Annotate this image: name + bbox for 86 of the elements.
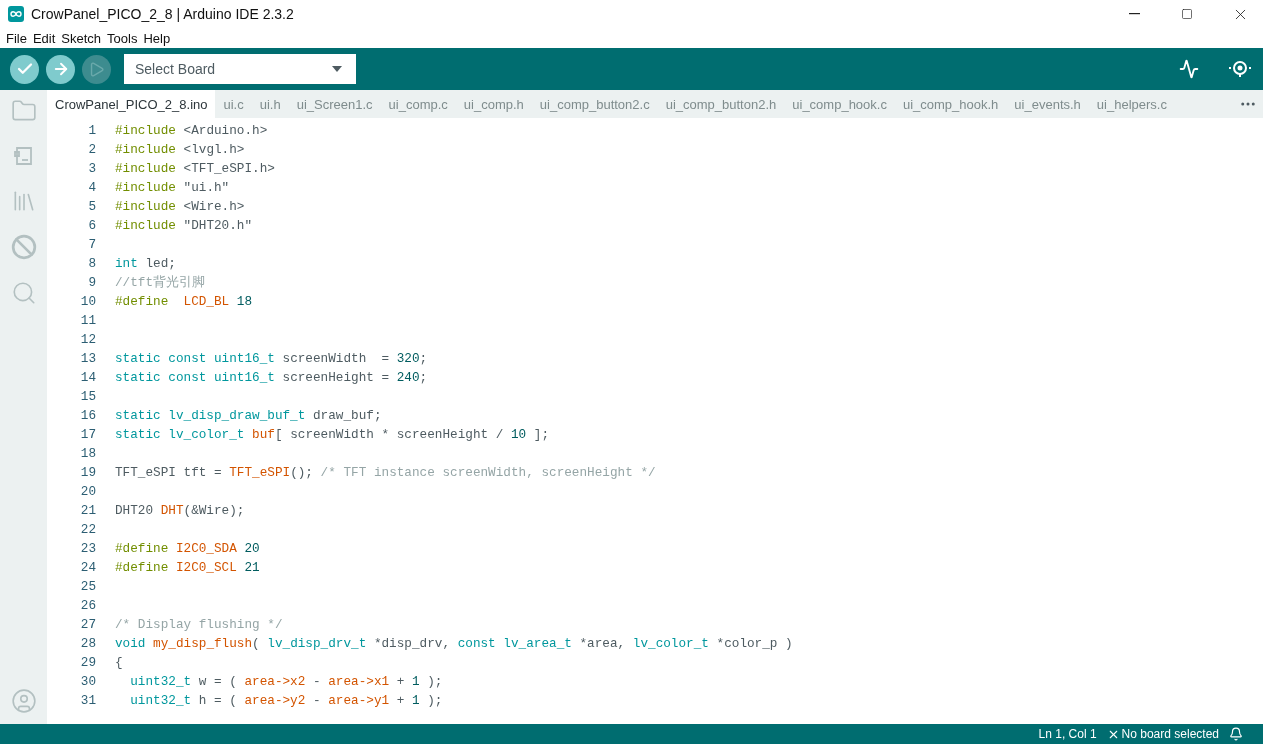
- file-tab[interactable]: ui_comp_button2.c: [531, 90, 658, 118]
- caret-icon: [332, 66, 342, 72]
- line-number: 7: [87, 236, 97, 254]
- file-tab[interactable]: ui_comp_hook.c: [784, 90, 895, 118]
- code-line: //tft背光引脚: [115, 275, 206, 290]
- line-number: 27: [79, 616, 97, 634]
- line-number: 31: [79, 692, 97, 710]
- menu-item[interactable]: Sketch: [59, 30, 106, 46]
- line-number: 10: [79, 293, 97, 311]
- line-number: 9: [87, 274, 97, 292]
- code-line: #define LCD_BL 18: [115, 294, 253, 309]
- code-line: {: [115, 655, 123, 670]
- app-logo-icon: [8, 6, 24, 22]
- line-number: 3: [87, 160, 97, 178]
- no-entry-icon[interactable]: [10, 234, 37, 260]
- code-line: #define I2C0_SCL 21: [115, 560, 260, 575]
- serial-monitor-icon[interactable]: [1227, 59, 1253, 79]
- line-number: 30: [79, 673, 97, 691]
- line-number: 19: [79, 464, 97, 482]
- file-tab[interactable]: ui_Screen1.c: [288, 90, 381, 118]
- line-number: 26: [79, 597, 97, 615]
- line-number: 25: [79, 578, 97, 596]
- line-number: 28: [79, 635, 97, 653]
- code-line: void my_disp_flush( lv_disp_drv_t *disp_drv, const lv_area_t *area, lv_color_t *color_p ): [115, 636, 793, 651]
- line-number: 2: [87, 141, 97, 159]
- line-number: 6: [87, 217, 97, 235]
- code-line: #include <Arduino.h>: [115, 123, 268, 138]
- board-select[interactable]: Select Board: [124, 54, 356, 84]
- code-line: TFT_eSPI tft = TFT_eSPI(); /* TFT instance screenWidth, screenHeight */: [115, 465, 656, 480]
- code-line: /* Display flushing */: [115, 617, 283, 632]
- play-icon: [88, 60, 105, 78]
- code-line: #include <lvgl.h>: [115, 142, 245, 157]
- board-status[interactable]: No board selected: [1121, 727, 1219, 741]
- window-title: CrowPanel_PICO_2_8 | Arduino IDE 2.3.2: [31, 6, 295, 22]
- code-line: #include <Wire.h>: [115, 199, 245, 214]
- line-number: 22: [79, 521, 97, 539]
- file-tab[interactable]: CrowPanel_PICO_2_8.ino: [47, 90, 216, 118]
- file-tab[interactable]: ui.c: [215, 90, 252, 118]
- line-number: 8: [87, 255, 97, 273]
- maximize-icon: [1181, 8, 1193, 20]
- menu-item[interactable]: Tools: [105, 30, 142, 46]
- code-line: uint32_t h = ( area->y2 - area->y1 + 1 );: [129, 693, 443, 708]
- code-line: static const uint16_t screenHeight = 240;: [115, 370, 428, 385]
- line-number: 5: [87, 198, 97, 216]
- line-number: 1: [87, 122, 97, 140]
- file-tab[interactable]: ui.h: [251, 90, 289, 118]
- line-number: 12: [79, 331, 97, 349]
- minimize-icon: [1128, 13, 1140, 15]
- code-line: int led;: [115, 256, 176, 271]
- line-number: 16: [79, 407, 97, 425]
- menu-item[interactable]: Edit: [30, 30, 60, 46]
- line-number: 4: [87, 179, 97, 197]
- cursor-position: Ln 1, Col 1: [1038, 727, 1097, 741]
- code-line: #define I2C0_SDA 20: [115, 541, 260, 556]
- line-number: 29: [79, 654, 97, 672]
- menu-item[interactable]: Help: [141, 30, 175, 46]
- line-number: 24: [79, 559, 97, 577]
- file-tab[interactable]: ui_comp_hook.h: [894, 90, 1007, 118]
- line-number: 11: [79, 312, 97, 330]
- code-line: DHT20 DHT(&Wire);: [115, 503, 245, 518]
- code-line: uint32_t w = ( area->x2 - area->x1 + 1 );: [129, 674, 443, 689]
- code-line: #include <TFT_eSPI.h>: [115, 161, 275, 176]
- menu-item[interactable]: File: [4, 30, 31, 46]
- line-number: 14: [79, 369, 97, 387]
- file-tab[interactable]: ui_comp.h: [455, 90, 532, 118]
- file-tab[interactable]: ui_comp.c: [380, 90, 456, 118]
- notification-icon[interactable]: [1229, 727, 1243, 741]
- code-line: static const uint16_t screenWidth = 320;: [115, 351, 428, 366]
- serial-plotter-icon[interactable]: [1179, 59, 1199, 79]
- line-number: 20: [79, 483, 97, 501]
- line-number: 17: [79, 426, 97, 444]
- account-icon[interactable]: [10, 688, 37, 714]
- line-number: 18: [79, 445, 97, 463]
- line-number: 23: [79, 540, 97, 558]
- upload-button[interactable]: [46, 54, 75, 84]
- code-line: static lv_color_t buf[ screenWidth * screenHeight / 10 ];: [115, 427, 550, 442]
- line-number: 15: [79, 388, 97, 406]
- line-number: 21: [79, 502, 97, 520]
- code-line: #include "DHT20.h": [115, 218, 253, 233]
- line-number: 13: [79, 350, 97, 368]
- code-line: static lv_disp_draw_buf_t draw_buf;: [115, 408, 382, 423]
- file-tab[interactable]: ui_events.h: [1006, 90, 1089, 118]
- file-tab[interactable]: ui_comp_button2.h: [657, 90, 785, 118]
- code-line: #include "ui.h": [115, 180, 230, 195]
- file-tab[interactable]: ui_helpers.c: [1088, 90, 1175, 118]
- verify-button[interactable]: [10, 54, 39, 84]
